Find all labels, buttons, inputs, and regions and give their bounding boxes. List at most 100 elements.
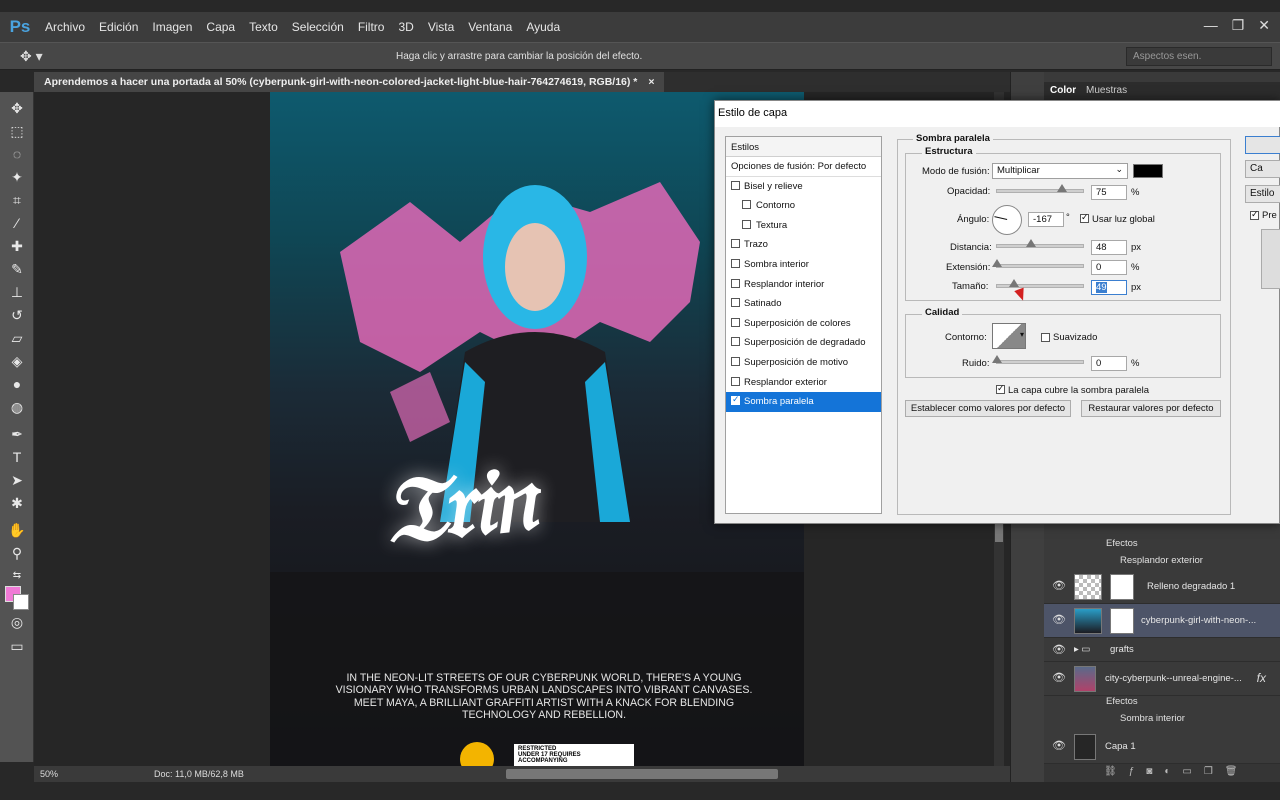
noise-slider[interactable] (992, 355, 1084, 364)
spread-slider[interactable] (992, 259, 1084, 268)
cancel-button[interactable]: Ca (1245, 160, 1280, 178)
global-light-checkbox[interactable] (1080, 212, 1089, 223)
type-icon[interactable]: T (6, 447, 28, 467)
blend-mode-select[interactable]: Multiplicar ⌄ (992, 163, 1128, 179)
style-checkbox[interactable] (731, 298, 740, 308)
styles-header[interactable]: Estilos (726, 137, 881, 157)
layer-row[interactable]: 👁 city-cyberpunk--unreal-engine-... fx (1044, 662, 1280, 696)
slider-thumb[interactable] (1056, 184, 1067, 192)
stamp-icon[interactable]: ⊥ (6, 282, 28, 302)
menu-imagen[interactable]: Imagen (145, 20, 199, 34)
style-checkbox[interactable] (742, 219, 751, 229)
style-checkbox[interactable] (731, 258, 740, 268)
reset-default-button[interactable]: Restaurar valores por defecto (1081, 400, 1221, 417)
slider-thumb[interactable] (1009, 279, 1020, 287)
path-selection-icon[interactable]: ➤ (6, 470, 28, 490)
layer-name[interactable]: Relleno degradado 1 (1147, 581, 1235, 592)
layer-row[interactable]: 👁 Capa 1 (1044, 730, 1280, 764)
eye-icon[interactable]: 👁 (1052, 613, 1066, 626)
history-brush-icon[interactable]: ↺ (6, 305, 28, 325)
folder-icon[interactable]: ▸ ▭ (1074, 644, 1090, 655)
spread-input[interactable]: 0 (1091, 260, 1127, 275)
style-checkbox[interactable] (731, 356, 740, 366)
layer-name[interactable]: grafts (1110, 644, 1134, 655)
document-tab[interactable]: Aprendemos a hacer una portada al 50% (c… (34, 72, 665, 92)
adjustment-layer-icon[interactable]: ◐ (1164, 766, 1170, 780)
marquee-icon[interactable]: ⬚ (6, 121, 28, 141)
style-checkbox[interactable] (742, 200, 751, 210)
delete-layer-icon[interactable]: 🗑 (1225, 766, 1238, 780)
menu-ventana[interactable]: Ventana (461, 20, 519, 34)
style-item[interactable]: Resplandor interior (726, 275, 881, 295)
style-item[interactable]: Resplandor exterior (726, 373, 881, 393)
menu-archivo[interactable]: Archivo (38, 20, 92, 34)
menu-edicion[interactable]: Edición (92, 20, 145, 34)
canvas-horizontal-scrollbar[interactable] (506, 769, 778, 779)
paint-bucket-icon[interactable]: ◈ (6, 351, 28, 371)
workspace-select[interactable]: Aspectos esen. (1126, 47, 1272, 66)
move-icon[interactable]: ✥ (6, 98, 28, 118)
magic-wand-icon[interactable]: ✦ (6, 167, 28, 187)
fx-icon[interactable]: fx (1257, 671, 1266, 685)
layer-row[interactable]: 👁 Relleno degradado 1 (1044, 570, 1280, 604)
layer-effect-inner-shadow[interactable]: Sombra interior (1120, 713, 1185, 730)
layer-group-row[interactable]: 👁 ▸ ▭ grafts (1044, 638, 1280, 662)
ok-button[interactable] (1245, 136, 1280, 154)
new-layer-icon[interactable]: ❐ (1204, 766, 1213, 780)
blur-icon[interactable]: ● (6, 374, 28, 394)
layer-row-selected[interactable]: 👁 cyberpunk-girl-with-neon-... (1044, 604, 1280, 638)
opacity-slider[interactable] (996, 184, 1084, 193)
eye-icon[interactable]: 👁 (1052, 579, 1066, 592)
distance-input[interactable]: 48 (1091, 240, 1127, 255)
style-item[interactable]: Sombra interior (726, 255, 881, 275)
shadow-color-swatch[interactable] (1133, 164, 1163, 178)
size-slider[interactable] (996, 279, 1084, 288)
style-checkbox[interactable] (731, 278, 740, 288)
background-color-swatch[interactable] (13, 594, 29, 610)
zoom-level[interactable]: 50% (40, 769, 58, 779)
knockout-checkbox[interactable] (996, 383, 1005, 394)
style-item[interactable]: Superposición de motivo (726, 353, 881, 373)
menu-vista[interactable]: Vista (421, 20, 461, 34)
brush-icon[interactable]: ✎ (6, 259, 28, 279)
zoom-icon[interactable]: ⚲ (6, 543, 28, 563)
link-layers-icon[interactable]: ⛓ (1104, 766, 1117, 780)
style-item[interactable]: Superposición de degradado (726, 333, 881, 353)
contour-dropdown-icon[interactable]: ▾ (1020, 330, 1024, 339)
restore-icon[interactable]: ❐ (1232, 17, 1245, 34)
layer-name[interactable]: Capa 1 (1105, 741, 1136, 752)
style-item[interactable]: Bisel y relieve (726, 177, 881, 197)
style-checkbox[interactable] (731, 376, 740, 386)
noise-input[interactable]: 0 (1091, 356, 1127, 371)
add-mask-icon[interactable]: ◙ (1146, 766, 1152, 780)
style-checkbox[interactable] (731, 394, 740, 406)
quick-mask-icon[interactable]: ◎ (6, 612, 28, 632)
hand-icon[interactable]: ✋ (6, 520, 28, 540)
slider-thumb[interactable] (992, 355, 1002, 363)
size-input[interactable]: 49 (1091, 280, 1127, 295)
eye-icon[interactable]: 👁 (1052, 643, 1066, 656)
style-item[interactable]: Superposición de colores (726, 314, 881, 334)
eye-icon[interactable]: 👁 (1052, 671, 1066, 684)
style-checkbox[interactable] (731, 180, 740, 190)
style-item[interactable]: Satinado (726, 294, 881, 314)
close-icon[interactable]: ✕ (1258, 17, 1270, 34)
angle-input[interactable]: -167 (1028, 212, 1064, 227)
slider-thumb[interactable] (992, 259, 1002, 267)
tab-close-icon[interactable]: × (648, 76, 654, 88)
fx-menu-icon[interactable]: ƒ (1129, 766, 1135, 780)
style-item[interactable]: Trazo (726, 235, 881, 255)
screen-mode-icon[interactable]: ▭ (6, 636, 28, 656)
blend-options-item[interactable]: Opciones de fusión: Por defecto (726, 157, 881, 177)
eyedropper-icon[interactable]: ⁄ (6, 213, 28, 233)
tab-muestras[interactable]: Muestras (1086, 85, 1127, 96)
preview-checkbox[interactable] (1250, 209, 1259, 220)
scroll-thumb[interactable] (995, 522, 1003, 542)
style-item[interactable]: Sombra paralela (726, 392, 881, 412)
healing-brush-icon[interactable]: ✚ (6, 236, 28, 256)
menu-capa[interactable]: Capa (199, 20, 242, 34)
lasso-icon[interactable]: ◌ (6, 144, 28, 164)
style-item[interactable]: Textura (726, 216, 881, 236)
minimize-icon[interactable]: — (1204, 17, 1218, 34)
layer-name[interactable]: city-cyberpunk--unreal-engine-... (1105, 673, 1242, 684)
